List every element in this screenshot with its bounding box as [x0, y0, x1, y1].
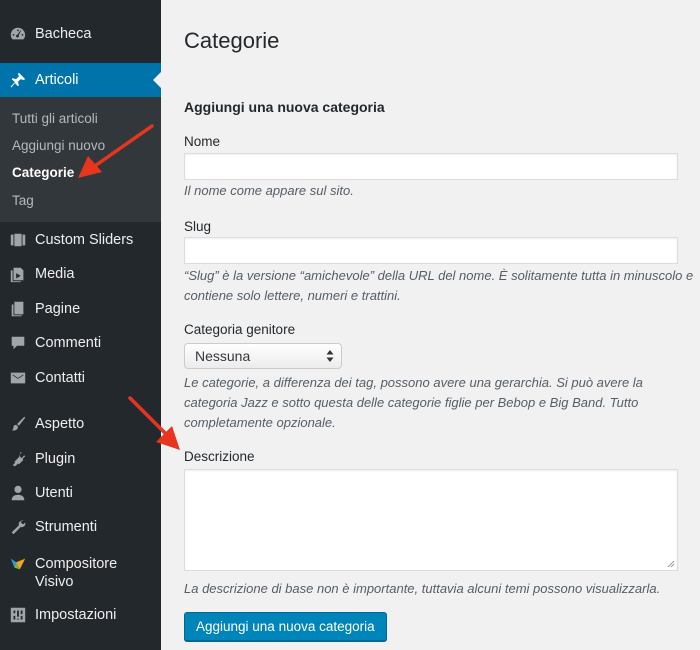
comment-icon: [9, 334, 27, 352]
menu-label: Strumenti: [35, 519, 98, 535]
form-title: Aggiungi una nuova categoria: [184, 99, 385, 115]
menu-item-media[interactable]: Media: [0, 257, 161, 291]
menu-label: Bacheca: [35, 26, 92, 42]
menu-label: Plugin: [35, 451, 76, 467]
menu-label: Commenti: [35, 335, 102, 351]
submenu-item-categorie[interactable]: Categorie: [12, 165, 74, 180]
page-icon: [9, 300, 27, 318]
menu-label: Media: [35, 266, 75, 282]
description-label: Descrizione: [184, 449, 255, 464]
slides-icon: [9, 231, 27, 249]
slug-help: “Slug” è la versione “amichevole” della …: [184, 268, 694, 303]
menu-label: Aspetto: [35, 416, 85, 432]
parent-category-label: Categoria genitore: [184, 322, 296, 337]
paintbrush-icon: [9, 415, 27, 433]
submenu-item-tag[interactable]: Tag: [12, 193, 34, 208]
description-help: La descrizione di base non è importante,…: [184, 581, 661, 596]
menu-label: Pagine: [35, 301, 81, 317]
page-title: Categorie: [184, 28, 280, 53]
menu-item-contatti[interactable]: Contatti: [0, 361, 161, 395]
menu-item-compositore-visivo[interactable]: Compositore Visivo: [0, 547, 161, 591]
admin-sidebar: Bacheca Articoli Tutti gli articoli Aggi…: [0, 0, 161, 650]
menu-item-strumenti[interactable]: Strumenti: [0, 510, 161, 544]
menu-item-custom-sliders[interactable]: Custom Sliders: [0, 223, 161, 257]
slug-input[interactable]: [184, 237, 678, 264]
submenu-item-aggiungi-nuovo[interactable]: Aggiungi nuovo: [12, 138, 105, 153]
menu-item-utenti[interactable]: Utenti: [0, 476, 161, 510]
resize-grip-icon[interactable]: [667, 560, 675, 568]
menu-label: Compositore Visivo: [35, 556, 118, 590]
visual-composer-icon: [9, 555, 27, 573]
add-category-button[interactable]: Aggiungi una nuova categoria: [184, 612, 387, 641]
menu-item-pagine[interactable]: Pagine: [0, 292, 161, 326]
parent-category-selected: Nessuna: [195, 348, 251, 364]
submenu-item-tutti-gli-articoli[interactable]: Tutti gli articoli: [12, 111, 98, 126]
name-label: Nome: [184, 134, 221, 149]
menu-label: Contatti: [35, 370, 85, 386]
articoli-submenu: Tutti gli articoli Aggiungi nuovo Catego…: [0, 97, 161, 222]
settings-icon: [9, 606, 27, 624]
plug-icon: [9, 450, 27, 468]
dashboard-icon: [9, 25, 27, 43]
menu-label: Articoli: [35, 72, 79, 88]
slug-label: Slug: [184, 219, 212, 234]
envelope-icon: [9, 369, 27, 387]
wrench-icon: [9, 518, 27, 536]
menu-item-plugin[interactable]: Plugin: [0, 442, 161, 476]
main-content: Categorie Aggiungi una nuova categoria N…: [161, 0, 700, 650]
menu-item-aspetto[interactable]: Aspetto: [0, 407, 161, 441]
menu-label: Utenti: [35, 485, 73, 501]
current-caret: [153, 72, 161, 88]
name-help: Il nome come appare sul sito.: [184, 183, 354, 198]
menu-item-bacheca[interactable]: Bacheca: [0, 17, 161, 51]
name-input[interactable]: [184, 153, 678, 180]
menu-item-commenti[interactable]: Commenti: [0, 326, 161, 360]
menu-item-impostazioni[interactable]: Impostazioni: [0, 598, 161, 632]
parent-category-select[interactable]: Nessuna: [184, 343, 342, 369]
menu-label: Impostazioni: [35, 607, 117, 623]
select-arrows-icon: [326, 350, 334, 362]
description-textarea[interactable]: [184, 469, 678, 571]
menu-item-articoli[interactable]: Articoli: [0, 63, 161, 97]
parent-category-help: Le categorie, a differenza dei tag, poss…: [184, 375, 643, 430]
pushpin-icon: [9, 71, 27, 89]
user-icon: [9, 484, 27, 502]
media-icon: [9, 265, 27, 283]
menu-label: Custom Sliders: [35, 232, 134, 248]
